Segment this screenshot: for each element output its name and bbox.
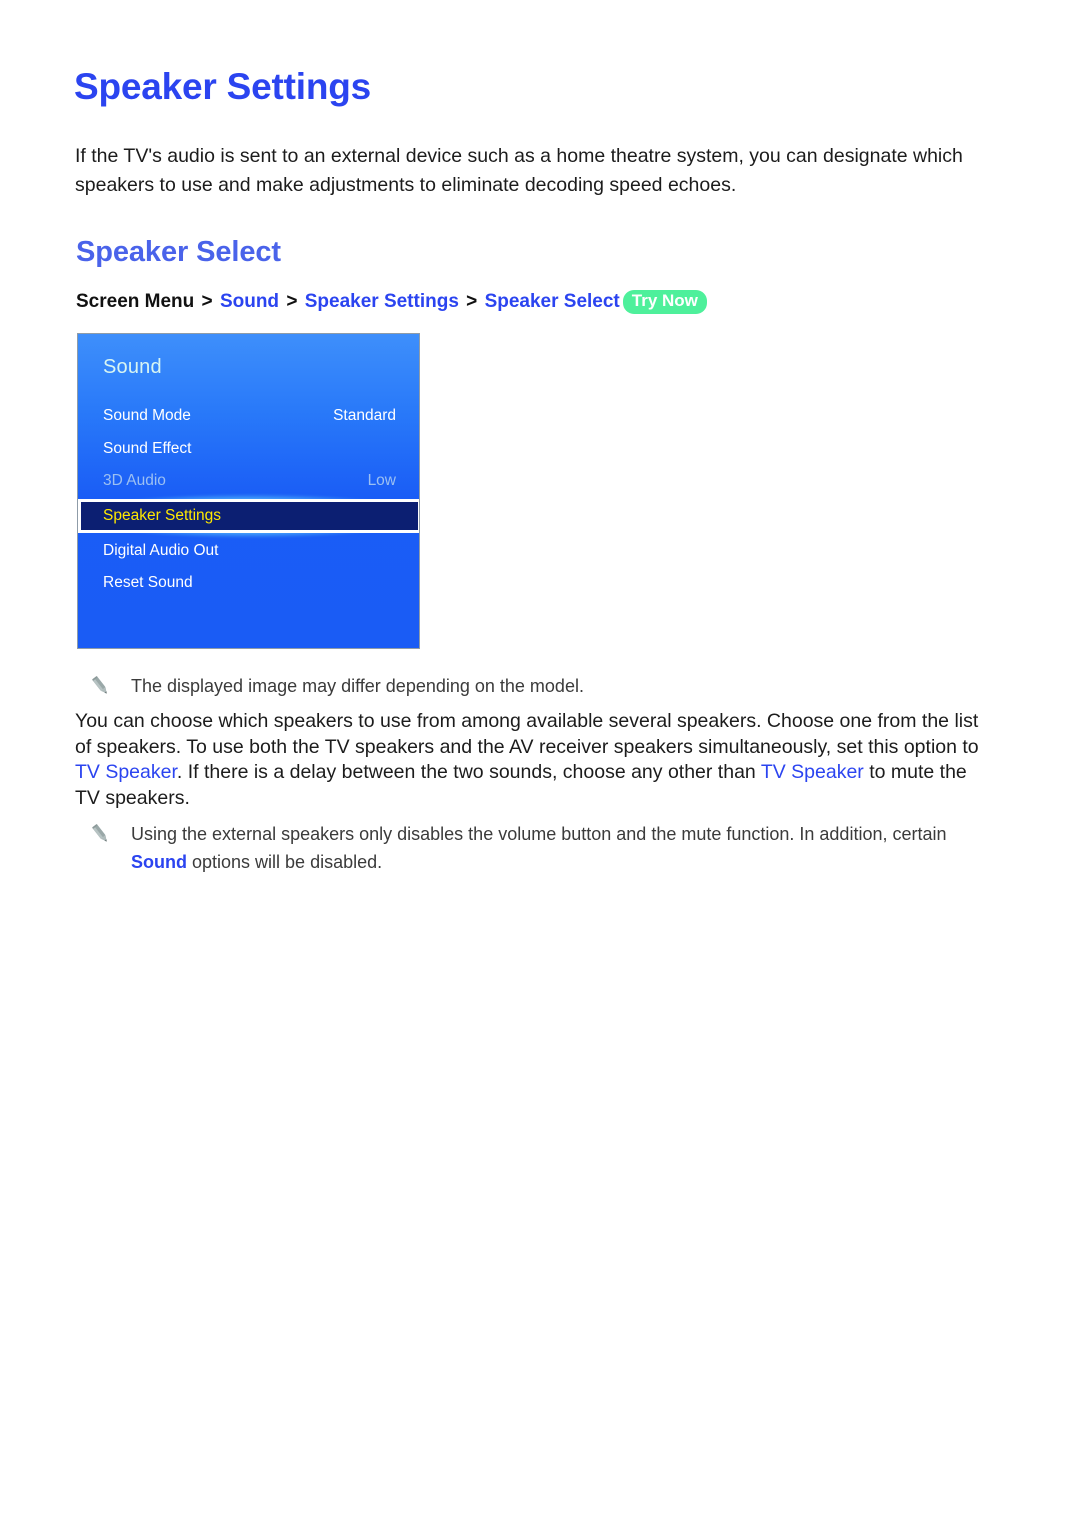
tv-menu-screenshot: Sound Sound Mode Standard Sound Effect 3…	[77, 333, 420, 649]
tv-menu-item-speaker-settings[interactable]: Speaker Settings	[78, 493, 419, 538]
tv-menu-item-label: Speaker Settings	[103, 506, 222, 524]
tv-menu-item-value: Low	[367, 472, 396, 490]
tv-menu-item-label: Digital Audio Out	[103, 541, 219, 559]
tv-menu-title: Sound	[103, 356, 162, 378]
breadcrumb-root: Screen Menu	[76, 291, 195, 312]
try-now-badge[interactable]: Try Now	[622, 290, 707, 314]
tv-menu-item-label: 3D Audio	[103, 472, 166, 490]
section-title: Speaker Select	[76, 236, 281, 268]
note-displayed-image: The displayed image may differ depending…	[88, 672, 968, 700]
tv-menu-item-label: Sound Mode	[103, 407, 191, 425]
note-text: The displayed image may differ depending…	[131, 676, 584, 696]
body-text-part-2: . If there is a delay between the two so…	[176, 761, 761, 783]
tv-menu-item-sound-effect[interactable]: Sound Effect	[78, 433, 419, 466]
breadcrumb-separator-2: >	[286, 291, 298, 312]
tv-menu-item-digital-audio-out[interactable]: Digital Audio Out	[78, 535, 419, 568]
breadcrumb-separator-1: >	[201, 291, 213, 312]
breadcrumb-separator-3: >	[466, 291, 478, 312]
tv-menu-item-label: Sound Effect	[103, 439, 192, 457]
note-text: Using the external speakers only disable…	[131, 820, 988, 876]
pencil-icon	[88, 823, 114, 847]
note-text-after: options will be disabled.	[187, 852, 383, 872]
pencil-icon	[88, 675, 114, 699]
note-external-speakers: Using the external speakers only disable…	[88, 820, 988, 876]
body-text-part-1: You can choose which speakers to use fro…	[75, 710, 979, 758]
breadcrumb-item-sound[interactable]: Sound	[220, 291, 279, 312]
tv-menu-item-value: Standard	[333, 407, 396, 425]
tv-menu-item-sound-mode[interactable]: Sound Mode Standard	[78, 400, 419, 433]
breadcrumb-item-speaker-settings[interactable]: Speaker Settings	[305, 291, 459, 312]
note-text-before: Using the external speakers only disable…	[131, 824, 947, 844]
page-title: Speaker Settings	[74, 66, 372, 107]
breadcrumb-item-speaker-select[interactable]: Speaker Select	[485, 291, 620, 312]
tv-menu-item-reset-sound[interactable]: Reset Sound	[78, 567, 419, 600]
body-highlight-tv-speaker-2: TV Speaker	[760, 761, 864, 783]
note-highlight-sound: Sound	[131, 852, 187, 872]
body-paragraph: You can choose which speakers to use fro…	[75, 709, 995, 811]
tv-menu-rows: Sound Mode Standard Sound Effect 3D Audi…	[78, 400, 419, 600]
breadcrumb: Screen Menu > Sound > Speaker Settings >…	[76, 290, 707, 314]
intro-paragraph: If the TV's audio is sent to an external…	[75, 145, 963, 196]
selection-highlight: Speaker Settings	[78, 498, 419, 533]
body-highlight-tv-speaker-1: TV Speaker	[75, 761, 177, 783]
tv-menu-item-label: Reset Sound	[103, 574, 193, 592]
document-page: Speaker Settings If the TV's audio is se…	[0, 0, 1080, 1527]
